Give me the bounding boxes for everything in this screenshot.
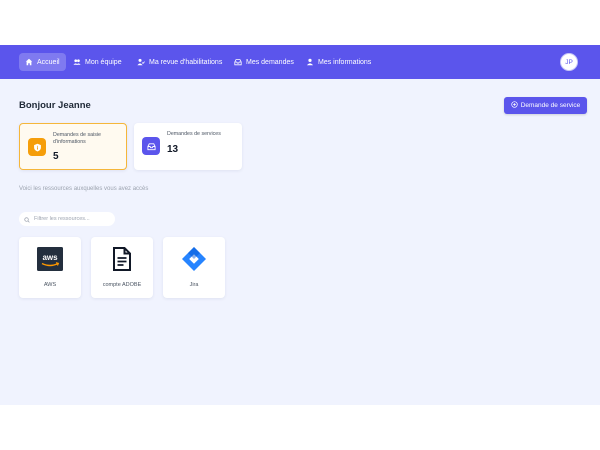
document-icon — [91, 245, 153, 273]
tile-label: Jira — [189, 282, 199, 288]
search-input[interactable] — [34, 216, 110, 222]
nav-item-mes-demandes[interactable]: Mes demandes — [228, 53, 300, 71]
cta-label: Demande de service — [520, 102, 581, 109]
resource-tile-adobe[interactable]: compte ADOBE — [91, 237, 153, 298]
user-icon — [306, 58, 314, 66]
stat-card-services[interactable]: Demandes de services 13 — [134, 123, 242, 170]
nav-item-accueil[interactable]: Accueil — [19, 53, 66, 71]
svg-text:aws: aws — [42, 253, 58, 262]
demande-de-service-button[interactable]: Demande de service — [504, 97, 587, 114]
stat-label: Demandes de saisie d'informations — [53, 132, 101, 145]
resource-tile-aws[interactable]: aws AWS — [19, 237, 81, 298]
resource-tile-jira[interactable]: Jira — [163, 237, 225, 298]
aws-logo: aws — [19, 245, 81, 273]
page-greeting: Bonjour Jeanne — [19, 100, 91, 111]
home-icon — [25, 58, 33, 66]
jira-logo — [163, 245, 225, 273]
nav-item-mon-equipe[interactable]: Mon équipe — [67, 53, 128, 71]
nav-item-label: Mes demandes — [246, 58, 294, 66]
stat-card-saisie[interactable]: Demandes de saisie d'informations 5 — [19, 123, 127, 170]
user-check-icon — [137, 58, 145, 66]
nav-item-label: Mon équipe — [85, 58, 122, 66]
search-icon — [24, 210, 30, 228]
inbox-icon — [234, 58, 242, 66]
page-footer — [0, 405, 600, 450]
stat-value: 5 — [53, 151, 59, 162]
app-frame: Accueil Mon équipe Ma revue d'habilitati… — [0, 45, 600, 405]
stat-label: Demandes de services — [167, 131, 221, 137]
nav-item-revue-habilitations[interactable]: Ma revue d'habilitations — [131, 53, 228, 71]
user-avatar[interactable]: JP — [560, 53, 578, 71]
resources-hint: Voici les ressources auxquelles vous ave… — [19, 186, 149, 192]
top-navbar: Accueil Mon équipe Ma revue d'habilitati… — [0, 45, 600, 79]
info-shield-icon — [28, 138, 46, 156]
resource-search — [19, 212, 115, 226]
nav-item-label: Accueil — [37, 58, 60, 66]
tile-label: compte ADOBE — [102, 282, 142, 288]
team-icon — [73, 58, 81, 66]
nav-item-label: Ma revue d'habilitations — [149, 58, 223, 66]
tile-label: AWS — [43, 282, 57, 288]
plus-circle-icon — [511, 101, 518, 110]
nav-item-mes-informations[interactable]: Mes informations — [300, 53, 377, 71]
nav-item-label: Mes informations — [318, 58, 372, 66]
inbox-icon — [142, 137, 160, 155]
stat-value: 13 — [167, 144, 179, 155]
